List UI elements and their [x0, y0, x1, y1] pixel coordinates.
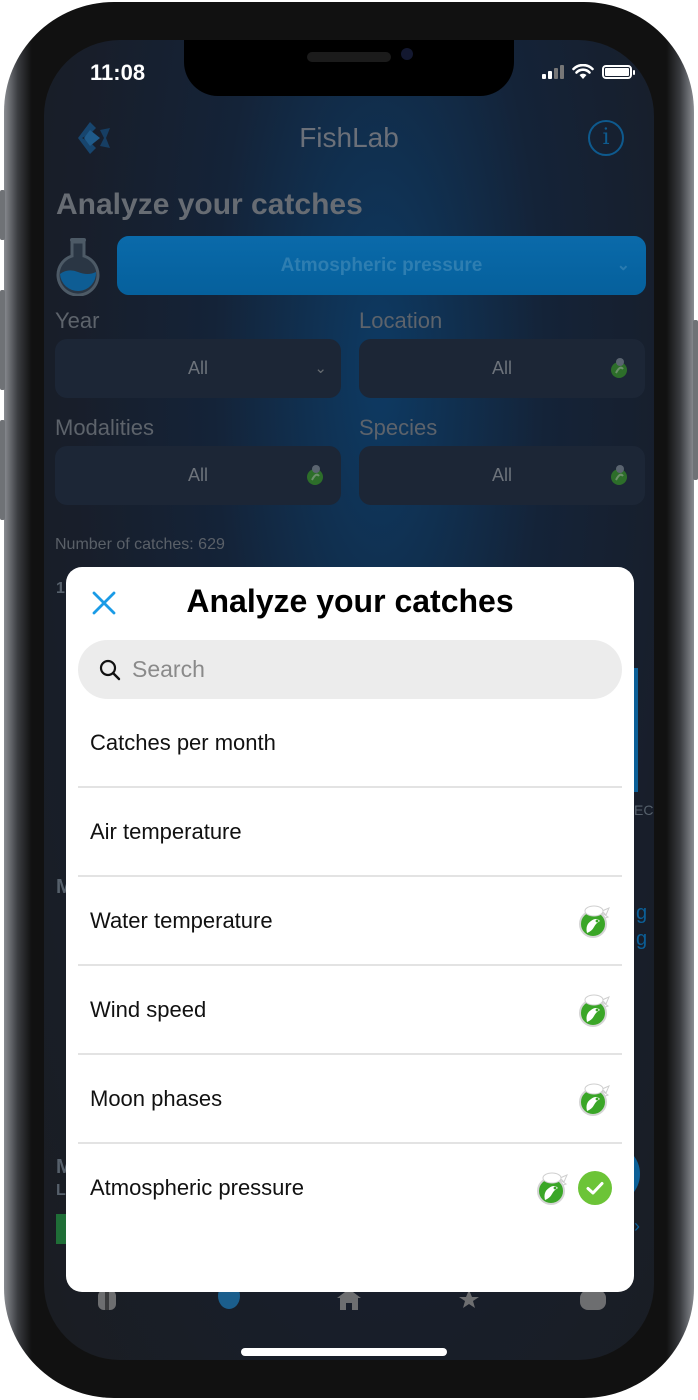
option-catches-per-month[interactable]: Catches per month [78, 699, 622, 788]
modal-header: Analyze your catches [66, 567, 634, 639]
option-water-temperature[interactable]: Water temperature [78, 877, 622, 966]
power-button [693, 320, 698, 480]
option-icons [576, 1081, 612, 1117]
flask-icon [56, 238, 100, 296]
premium-badge-icon [611, 358, 627, 378]
info-icon[interactable]: i [588, 120, 624, 156]
bg-month-label: EC [634, 802, 654, 818]
chevron-down-icon: ⌄ [616, 257, 630, 274]
filter-label-species: Species [359, 415, 438, 440]
app-header: FishLab i [44, 118, 654, 162]
modal-title: Analyze your catches [186, 583, 514, 619]
chevron-right-icon: › [634, 1216, 640, 1236]
home-indicator[interactable] [241, 1348, 447, 1356]
app-title: FishLab [299, 122, 399, 153]
chevron-down-icon: ⌄ [314, 360, 327, 377]
location-filter-value: All [491, 358, 512, 378]
search-icon [99, 659, 121, 681]
option-wind-speed[interactable]: Wind speed [78, 966, 622, 1055]
year-filter-value: All [187, 358, 208, 378]
analysis-option-list: Catches per month Air temperature Water … [78, 699, 622, 1233]
camera [401, 48, 413, 60]
speaker [307, 52, 391, 62]
notch [184, 40, 514, 96]
tab-bar [44, 1288, 654, 1318]
premium-badge-icon [579, 905, 610, 938]
status-icons [542, 64, 635, 80]
battery-icon [602, 65, 635, 79]
option-icons [534, 1170, 612, 1206]
wifi-icon [572, 64, 594, 79]
bg-value-g1: g [636, 902, 648, 924]
option-moon-phases[interactable]: Moon phases [78, 1055, 622, 1144]
page-title: Analyze your catches [56, 188, 363, 221]
modalities-filter-select[interactable]: All [55, 446, 341, 505]
year-filter-select[interactable]: All ⌄ [55, 339, 341, 398]
option-icons [576, 903, 612, 939]
volume-down-button [0, 420, 5, 520]
option-icons [576, 992, 612, 1028]
option-atmospheric-pressure[interactable]: Atmospheric pressure [78, 1144, 622, 1233]
catches-count: Number of catches: 629 [55, 536, 225, 553]
volume-up-button [0, 290, 5, 390]
option-label: Moon phases [90, 1086, 223, 1111]
analysis-selector-row: Atmospheric pressure ⌄ [54, 236, 646, 296]
premium-badge-icon [579, 994, 610, 1027]
modalities-filter-value: All [187, 465, 208, 485]
option-label: Wind speed [90, 997, 207, 1022]
analysis-type-select[interactable]: Atmospheric pressure ⌄ [117, 236, 646, 295]
search-box [78, 640, 622, 699]
cellular-signal-icon [542, 65, 564, 79]
bg-section-letter-3: L [56, 1182, 66, 1199]
species-filter-select[interactable]: All [359, 446, 645, 505]
option-air-temperature[interactable]: Air temperature [78, 788, 622, 877]
bg-value-g2: g [636, 928, 648, 950]
premium-badge-icon [537, 1172, 568, 1205]
silent-switch [0, 190, 5, 240]
location-filter-select[interactable]: All [359, 339, 645, 398]
search-input[interactable] [132, 640, 602, 699]
premium-badge-icon [579, 1083, 610, 1116]
option-label: Catches per month [90, 730, 276, 755]
option-label: Water temperature [90, 908, 273, 933]
option-label: Air temperature [90, 819, 242, 844]
filter-label-location: Location [359, 308, 443, 333]
analysis-type-value: Atmospheric pressure [280, 255, 483, 276]
bg-axis-label: 1 [56, 580, 65, 597]
analysis-picker-modal: Analyze your catches Catches per month A… [66, 567, 634, 1292]
premium-badge-icon [307, 465, 323, 485]
status-time: 11:08 [90, 60, 146, 85]
species-filter-value: All [491, 465, 512, 485]
selected-check-icon [578, 1171, 612, 1205]
option-label: Atmospheric pressure [90, 1175, 304, 1200]
premium-badge-icon [611, 465, 627, 485]
filter-label-year: Year [55, 308, 100, 333]
filter-label-modalities: Modalities [55, 415, 155, 440]
